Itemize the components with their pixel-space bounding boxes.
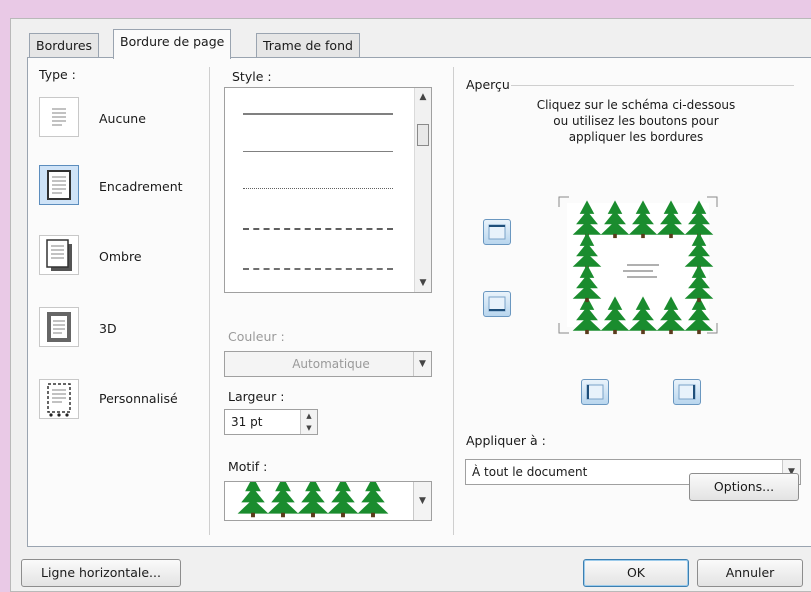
style-scrollbar[interactable]: ▲ ▼ — [414, 88, 431, 292]
style-label: Style : — [232, 69, 272, 84]
left-border-icon — [586, 384, 604, 400]
tree-icon — [357, 476, 389, 518]
width-field[interactable]: 31 pt ▲ ▼ — [224, 409, 318, 435]
type-custom-button[interactable] — [39, 379, 79, 419]
page-borders-dialog: Bordures Bordure de page Trame de fond T… — [10, 18, 811, 592]
type-none-button[interactable] — [39, 97, 79, 137]
color-dropdown[interactable]: Automatique ▼ — [224, 351, 432, 377]
3d-border-icon — [47, 312, 71, 342]
box-border-icon — [47, 170, 71, 200]
instruction-line-3: appliquer les bordures — [568, 130, 704, 144]
tree-icon — [237, 476, 269, 518]
preview-label: Aperçu — [466, 77, 510, 92]
right-border-button[interactable] — [673, 379, 701, 405]
style-list[interactable]: ▲ ▼ — [224, 87, 432, 293]
art-label: Motif : — [228, 459, 268, 474]
options-button[interactable]: Options... — [689, 473, 799, 501]
tree-icon — [267, 476, 299, 518]
style-line-dashed[interactable] — [243, 228, 393, 230]
color-value: Automatique — [292, 357, 370, 371]
type-box-button[interactable] — [39, 165, 79, 205]
art-dropdown[interactable]: ▼ — [224, 476, 432, 521]
shadow-border-icon — [46, 239, 72, 271]
border-preview[interactable] — [549, 187, 727, 343]
type-shadow-button[interactable] — [39, 235, 79, 275]
top-border-button[interactable] — [483, 219, 511, 245]
custom-border-icon — [47, 383, 71, 417]
type-shadow-label[interactable]: Ombre — [99, 249, 142, 264]
tab-borders-label: Bordures — [36, 38, 93, 53]
top-border-icon — [488, 224, 506, 240]
preview-instructions: Cliquez sur le schéma ci-dessous ou util… — [511, 97, 761, 145]
type-none-label[interactable]: Aucune — [99, 111, 146, 126]
tree-border-preview — [558, 196, 718, 335]
chevron-down-icon[interactable]: ▼ — [413, 352, 431, 376]
type-3d-label[interactable]: 3D — [99, 321, 117, 336]
bottom-border-button[interactable] — [483, 291, 511, 317]
horizontal-line-button[interactable]: Ligne horizontale... — [21, 559, 181, 587]
style-line-solid-thick[interactable] — [243, 113, 393, 115]
tab-page-border[interactable]: Bordure de page — [113, 29, 232, 59]
type-3d-button[interactable] — [39, 307, 79, 347]
no-border-icon — [49, 104, 69, 130]
instruction-line-2: ou utilisez les boutons pour — [553, 114, 719, 128]
tab-shading[interactable]: Trame de fond — [256, 33, 360, 58]
style-line-dotted[interactable] — [243, 188, 393, 189]
divider-right — [453, 67, 454, 535]
instruction-line-1: Cliquez sur le schéma ci-dessous — [536, 98, 736, 112]
art-chevron-down-icon[interactable]: ▼ — [413, 482, 431, 520]
style-line-solid-thin[interactable] — [243, 151, 393, 152]
apply-to-label: Appliquer à : — [466, 433, 546, 448]
tab-page-border-label: Bordure de page — [120, 34, 225, 49]
preview-rule — [511, 85, 794, 86]
type-label: Type : — [39, 67, 76, 82]
tab-shading-label: Trame de fond — [263, 38, 353, 53]
ok-button[interactable]: OK — [583, 559, 689, 587]
divider-left — [209, 67, 210, 535]
width-value: 31 pt — [231, 415, 263, 429]
type-box-label[interactable]: Encadrement — [99, 179, 183, 194]
color-label: Couleur : — [228, 329, 285, 344]
cancel-button[interactable]: Annuler — [697, 559, 803, 587]
scroll-down-icon[interactable]: ▼ — [415, 278, 431, 288]
width-label: Largeur : — [228, 389, 285, 404]
type-custom-label[interactable]: Personnalisé — [99, 391, 178, 406]
width-spinner[interactable]: ▲ ▼ — [300, 410, 317, 434]
tree-art-preview — [237, 476, 389, 518]
tree-icon — [327, 476, 359, 518]
bottom-border-icon — [488, 296, 506, 312]
style-line-dash-dot[interactable] — [243, 268, 393, 270]
apply-to-value: À tout le document — [472, 465, 588, 479]
scroll-thumb[interactable] — [417, 124, 429, 146]
scroll-up-icon[interactable]: ▲ — [415, 92, 431, 102]
right-border-icon — [678, 384, 696, 400]
tab-borders[interactable]: Bordures — [29, 33, 100, 58]
left-border-button[interactable] — [581, 379, 609, 405]
tree-icon — [297, 476, 329, 518]
